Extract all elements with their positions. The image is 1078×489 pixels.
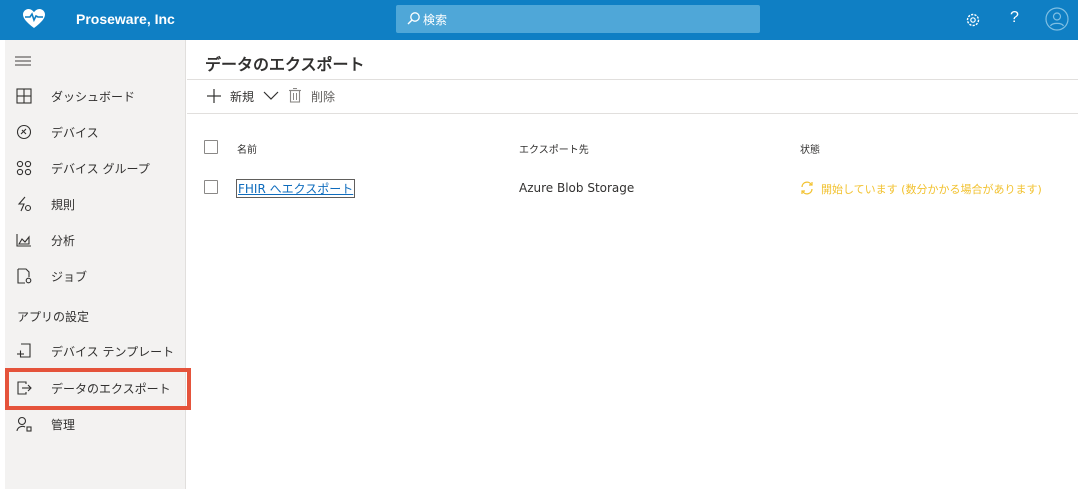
sidebar-item-jobs[interactable]: ジョブ — [5, 259, 186, 293]
search-input[interactable]: 検索 — [396, 5, 760, 33]
divider — [187, 79, 1078, 80]
sidebar-item-label: 分析 — [51, 234, 76, 248]
export-destination: Azure Blob Storage — [519, 181, 635, 195]
section-label-app-settings: アプリの設定 — [17, 310, 90, 324]
sidebar-item-label: ジョブ — [51, 270, 88, 284]
page-title: データのエクスポート — [205, 55, 365, 74]
column-header-status[interactable]: 状態 — [800, 141, 820, 156]
sidebar-item-label: デバイス — [51, 126, 99, 140]
sidebar-item-devices[interactable]: デバイス — [5, 115, 186, 149]
avatar[interactable] — [1045, 7, 1069, 31]
export-name-link[interactable]: FHIR へエクスポート — [236, 179, 356, 198]
select-all-checkbox[interactable] — [204, 140, 218, 154]
app-brand[interactable]: Proseware, Inc — [76, 11, 175, 27]
plus-icon — [207, 89, 221, 103]
device-groups-icon — [16, 160, 32, 176]
sidebar-item-analytics[interactable]: 分析 — [5, 223, 186, 257]
sidebar-item-rules[interactable]: 規則 — [5, 187, 186, 221]
gear-icon[interactable] — [962, 9, 984, 31]
admin-icon — [16, 416, 32, 432]
sidebar-item-device-templates[interactable]: デバイス テンプレート — [5, 334, 186, 368]
column-header-destination[interactable]: エクスポート先 — [519, 141, 589, 156]
divider — [187, 113, 1078, 114]
sidebar-item-label: デバイス テンプレート — [51, 345, 175, 359]
chevron-down-icon[interactable] — [263, 91, 279, 101]
dashboard-icon — [16, 88, 32, 104]
export-status: 開始しています (数分かかる場合があります) — [821, 183, 1042, 196]
sidebar-item-admin[interactable]: 管理 — [5, 407, 186, 441]
heart-pulse-icon[interactable] — [22, 8, 46, 30]
sidebar-item-label: 管理 — [51, 418, 76, 432]
devices-icon — [16, 124, 32, 140]
jobs-icon — [17, 268, 32, 284]
new-button-label: 新規 — [230, 90, 255, 104]
search-placeholder: 検索 — [423, 13, 448, 27]
refresh-icon — [801, 181, 813, 195]
help-icon[interactable]: ? — [1010, 9, 1019, 27]
delete-button-label: 削除 — [311, 90, 336, 104]
row-checkbox[interactable] — [204, 180, 218, 194]
highlight-box — [5, 368, 191, 410]
sidebar-item-label: 規則 — [51, 198, 76, 212]
sidebar-item-dashboard[interactable]: ダッシュボード — [5, 79, 186, 113]
column-header-name[interactable]: 名前 — [237, 141, 257, 156]
rules-icon — [17, 196, 32, 212]
trash-icon — [289, 88, 301, 103]
device-template-icon — [17, 343, 31, 358]
search-icon — [407, 12, 420, 25]
sidebar-item-label: ダッシュボード — [51, 90, 136, 104]
analytics-icon — [16, 234, 31, 247]
hamburger-menu-icon[interactable] — [15, 55, 31, 67]
main-content: データのエクスポート 新規 削除 名前 エクスポート先 状態 FHIR へエクス… — [187, 40, 1078, 489]
top-bar: Proseware, Inc 検索 ? — [0, 0, 1078, 40]
sidebar: ダッシュボード デバイス デバイス グループ 規則 分析 ジョブ アプリの設定 … — [0, 40, 186, 489]
sidebar-item-device-groups[interactable]: デバイス グループ — [5, 151, 186, 185]
sidebar-item-label: デバイス グループ — [51, 162, 150, 176]
